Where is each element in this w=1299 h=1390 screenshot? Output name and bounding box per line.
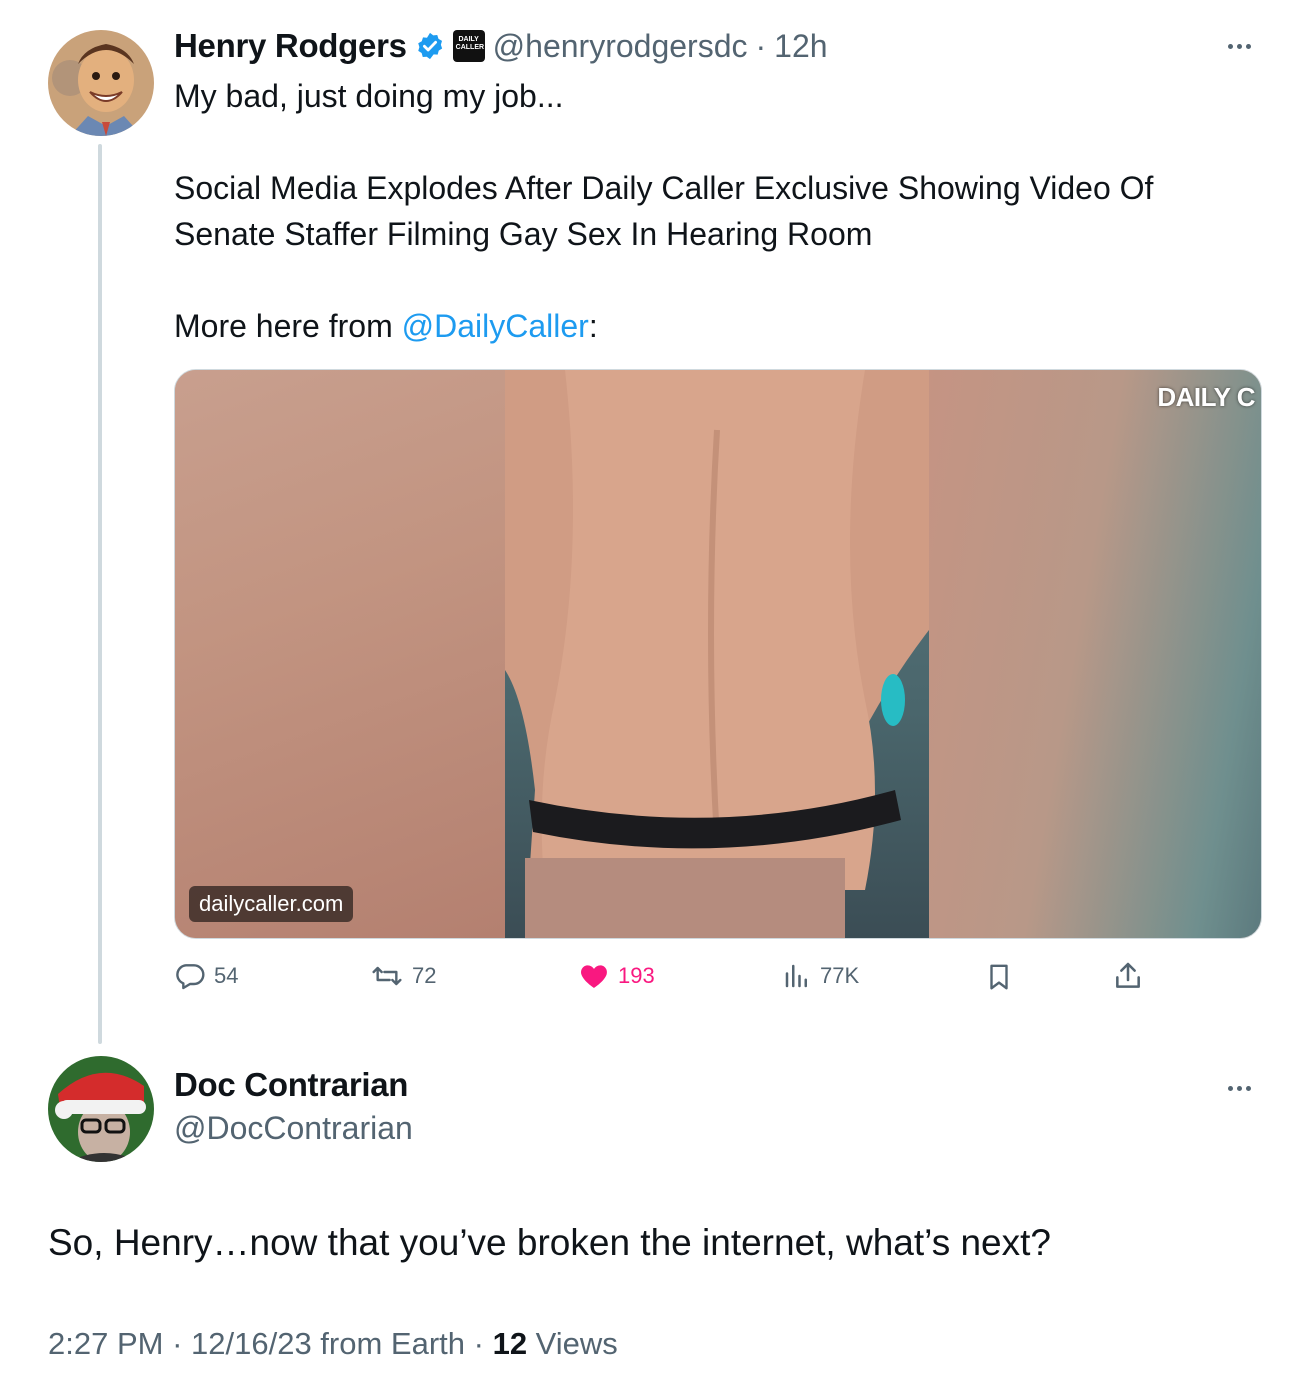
post-time[interactable]: 2:27 PM (48, 1326, 163, 1361)
repost-button[interactable]: 72 (370, 960, 436, 992)
media-blurred-left (175, 370, 505, 938)
more-prefix: More here from (174, 308, 402, 344)
bookmark-button[interactable] (984, 960, 1014, 994)
views-count: 77K (820, 963, 860, 988)
meta-separator: · (465, 1326, 493, 1361)
dot-separator: · (755, 27, 767, 64)
post-date[interactable]: 12/16/23 (191, 1326, 312, 1361)
more-suffix: : (588, 308, 598, 344)
media-video-frame (505, 370, 929, 938)
link-card-media[interactable]: dailycaller.com DAILY C (174, 369, 1262, 939)
thread-connector-line (98, 144, 102, 1044)
views-number: 12 (492, 1326, 528, 1361)
like-button[interactable]: 193 (578, 960, 655, 992)
tweet-meta-footer: 2:27 PM · 12/16/23 from Earth · 12 Views (48, 1326, 618, 1362)
tweet-header: Henry Rodgers DAILY CALLER @henryrodgers… (174, 24, 828, 68)
mention-link[interactable]: @DailyCaller (402, 308, 589, 344)
reply-author-handle[interactable]: @DocContrarian (174, 1110, 413, 1147)
heart-filled-icon (581, 965, 607, 988)
share-icon (1116, 962, 1140, 988)
author-avatar[interactable] (48, 30, 154, 136)
reply-count: 54 (214, 963, 239, 988)
share-button[interactable] (1112, 958, 1144, 994)
author-handle[interactable]: @henryrodgersdc (493, 28, 748, 65)
reply-more-options-icon[interactable] (1228, 1086, 1251, 1091)
verified-badge-icon (415, 31, 445, 61)
tweet-headline-line2: Senate Staffer Filming Gay Sex In Hearin… (174, 216, 873, 252)
link-domain-chip[interactable]: dailycaller.com (189, 886, 354, 922)
author-name[interactable]: Henry Rodgers (174, 27, 407, 65)
views-label: Views (527, 1326, 618, 1361)
views-button[interactable]: 77K (782, 960, 859, 992)
post-source: from Earth (311, 1326, 466, 1361)
analytics-icon (785, 964, 807, 988)
reply-icon (176, 964, 205, 990)
reply-button[interactable]: 54 (174, 960, 238, 992)
repost-icon (372, 966, 402, 986)
reply-author-avatar[interactable] (48, 1056, 154, 1162)
tweet-text-line1: My bad, just doing my job... (174, 78, 564, 114)
media-blurred-right (929, 370, 1261, 938)
timestamp[interactable]: 12h (774, 28, 827, 65)
meta-separator: · (163, 1326, 192, 1361)
tweet-more-line: More here from @DailyCaller: (174, 303, 598, 349)
affiliate-badge[interactable]: DAILY CALLER (452, 30, 485, 62)
tweet-headline-line1: Social Media Explodes After Daily Caller… (174, 170, 1154, 206)
bookmark-icon (990, 964, 1008, 990)
like-count: 193 (618, 963, 655, 988)
repost-count: 72 (412, 963, 437, 988)
more-options-icon[interactable] (1228, 44, 1251, 49)
reply-text: So, Henry…now that you’ve broken the int… (48, 1222, 1051, 1263)
reply-author-name[interactable]: Doc Contrarian (174, 1066, 408, 1104)
watermark-logo: DAILY C (1157, 382, 1255, 412)
